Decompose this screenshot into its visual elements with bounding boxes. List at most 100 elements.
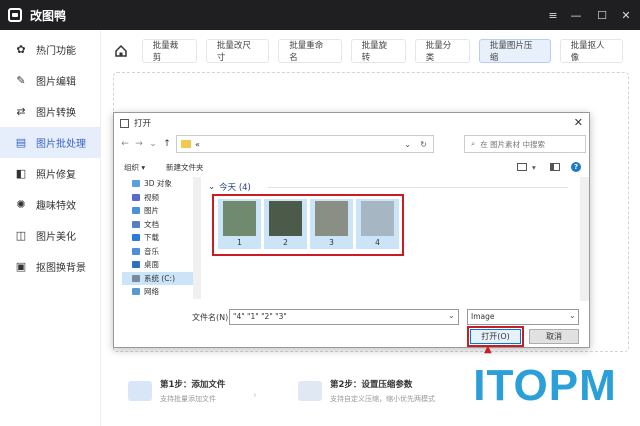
filename-input[interactable]: "4" "1" "2" "3" (229, 309, 459, 325)
maximize-button[interactable]: ☐ (589, 0, 615, 30)
tab-1[interactable]: 批量改尺寸 (205, 39, 270, 63)
tree-item-label: 网络 (144, 287, 159, 297)
filetype-dropdown-icon[interactable]: ⌄ (569, 311, 576, 320)
filename-label: 文件名(N): (192, 313, 231, 322)
tab-0[interactable]: 批量裁剪 (141, 39, 197, 63)
tree-scrollbar[interactable] (193, 177, 201, 299)
tree-item-icon (132, 234, 140, 242)
tab-5[interactable]: 批量图片压缩 (478, 39, 551, 63)
dialog-nav-row: ← → ⌄ ↑ « ⌄ ↻ ⌕ 在 图片素材 中搜索 (118, 135, 586, 153)
sidebar-item-3[interactable]: ▤ 图片批处理 (0, 127, 100, 158)
feature-tabs: 批量裁剪 批量改尺寸 批量重命名 批量旋转 批量分类 批量图片压缩 批量抠人像 (112, 38, 632, 64)
sidebar-item-label: 照片修复 (36, 170, 76, 181)
recent-chevron-icon[interactable]: ⌄ (146, 139, 160, 149)
step-2: 第2步：设置压缩参数 支持自定义压缩，缩小优先两模式 (298, 378, 435, 404)
beautify-icon: ◫ (15, 229, 27, 242)
address-dropdown-icon[interactable]: ⌄ (404, 140, 411, 149)
tree-item-icon (132, 207, 140, 215)
sidebar-item-6[interactable]: ◫ 图片美化 (0, 220, 100, 251)
file-name: 4 (375, 238, 380, 247)
dialog-toolbar: 组织 ▾ 新建文件夹 ▾ ? (114, 159, 589, 175)
tree-item-5[interactable]: 音乐 (122, 245, 199, 259)
tree-item-label: 桌面 (144, 260, 159, 270)
new-folder-button[interactable]: 新建文件夹 (166, 162, 204, 173)
tree-item-3[interactable]: 文档 (122, 218, 199, 232)
address-bar[interactable]: « ⌄ ↻ (176, 135, 434, 153)
image-preview (315, 201, 348, 236)
filetype-select[interactable]: Image (467, 309, 579, 325)
tree-item-6[interactable]: 桌面 (122, 258, 199, 272)
step-1-title: 第1步：添加文件 (160, 380, 226, 390)
add-file-icon (128, 381, 152, 401)
file-thumbnail-1[interactable]: 2 (264, 199, 307, 249)
tree-item-4[interactable]: 下载 (122, 231, 199, 245)
forward-arrow-icon[interactable]: → (132, 139, 146, 149)
home-icon[interactable] (112, 42, 130, 60)
sidebar-item-4[interactable]: ◧ 照片修复 (0, 158, 100, 189)
back-arrow-icon[interactable]: ← (118, 139, 132, 149)
file-thumbnail-0[interactable]: 1 (218, 199, 261, 249)
image-preview (361, 201, 394, 236)
tree-item-icon (132, 193, 140, 201)
tree-item-label: 3D 对象 (144, 179, 172, 189)
convert-icon: ⇄ (16, 105, 26, 118)
collapse-chevron-icon[interactable]: ⌄ (208, 182, 215, 192)
step-1-desc: 支持批量添加文件 (160, 395, 216, 403)
open-button[interactable]: 打开(O) (467, 326, 524, 347)
file-thumbnail-3[interactable]: 4 (356, 199, 399, 249)
close-button[interactable]: ✕ (613, 0, 639, 30)
sidebar-item-1[interactable]: ✎ 图片编辑 (0, 65, 100, 96)
tree-item-label: 文档 (144, 219, 159, 229)
sidebar-item-2[interactable]: ⇄ 图片转换 (0, 96, 100, 127)
sidebar-item-label: 抠图换背景 (36, 263, 86, 274)
view-dropdown-icon[interactable]: ▾ (532, 163, 536, 172)
address-path: « (195, 139, 200, 149)
settings-gear-icon (298, 381, 322, 401)
tree-item-0[interactable]: 3D 对象 (122, 177, 199, 191)
tree-item-icon (132, 180, 140, 188)
dialog-icon (120, 118, 129, 128)
help-icon[interactable]: ? (571, 162, 581, 172)
file-name: 2 (283, 238, 288, 247)
tab-2[interactable]: 批量重命名 (278, 39, 342, 63)
tree-item-7[interactable]: 系统 (C:) (122, 271, 199, 285)
sidebar-item-label: 热门功能 (36, 46, 76, 57)
sidebar-item-label: 图片批处理 (36, 139, 86, 150)
up-arrow-icon[interactable]: ↑ (160, 139, 174, 149)
dialog-title-bar: 打开 (114, 113, 589, 133)
tree-item-2[interactable]: 图片 (122, 204, 199, 218)
view-options-icon[interactable] (517, 163, 527, 171)
file-name: 1 (237, 238, 242, 247)
sidebar-item-label: 图片编辑 (36, 77, 76, 88)
dialog-close-button[interactable]: ✕ (574, 116, 583, 129)
refresh-icon[interactable]: ↻ (420, 140, 427, 149)
minimize-button[interactable]: — (563, 0, 589, 30)
file-thumbnail-2[interactable]: 3 (310, 199, 353, 249)
sidebar-item-label: 趣味特效 (36, 201, 76, 212)
sidebar-item-5[interactable]: ✺ 趣味特效 (0, 189, 100, 220)
preview-pane-icon[interactable] (550, 163, 560, 171)
filename-dropdown-icon[interactable]: ⌄ (448, 311, 455, 320)
tab-6[interactable]: 批量抠人像 (559, 39, 624, 63)
tab-3[interactable]: 批量旋转 (350, 39, 406, 63)
search-box[interactable]: ⌕ 在 图片素材 中搜索 (464, 135, 586, 153)
organize-menu[interactable]: 组织 ▾ (124, 162, 145, 173)
app-logo-icon (8, 8, 22, 22)
sidebar-item-label: 图片转换 (36, 108, 76, 119)
tree-item-8[interactable]: 网络 (122, 285, 199, 299)
sidebar: ✿ 热门功能 ✎ 图片编辑 ⇄ 图片转换 ▤ 图片批处理 ◧ 照片修复 ✺ 趣味特效 ◫ 图片美化 ▣ 抠图换… (0, 30, 101, 426)
edit-icon: ✎ (16, 74, 26, 87)
tab-4[interactable]: 批量分类 (414, 39, 470, 63)
group-header[interactable]: ⌄ 今天 (4) (208, 181, 251, 193)
tree-item-icon (132, 261, 140, 269)
sidebar-item-7[interactable]: ▣ 抠图换背景 (0, 251, 100, 282)
sidebar-item-0[interactable]: ✿ 热门功能 (0, 34, 100, 65)
cutout-icon: ▣ (15, 260, 27, 273)
file-scrollbar[interactable] (580, 177, 589, 301)
cancel-button[interactable]: 取消 (529, 329, 579, 344)
search-placeholder: 在 图片素材 中搜索 (480, 139, 545, 149)
tree-item-label: 视频 (144, 192, 159, 202)
tree-item-icon (132, 288, 140, 296)
tree-item-1[interactable]: 视频 (122, 191, 199, 205)
chevron-right-icon: › (253, 390, 257, 401)
